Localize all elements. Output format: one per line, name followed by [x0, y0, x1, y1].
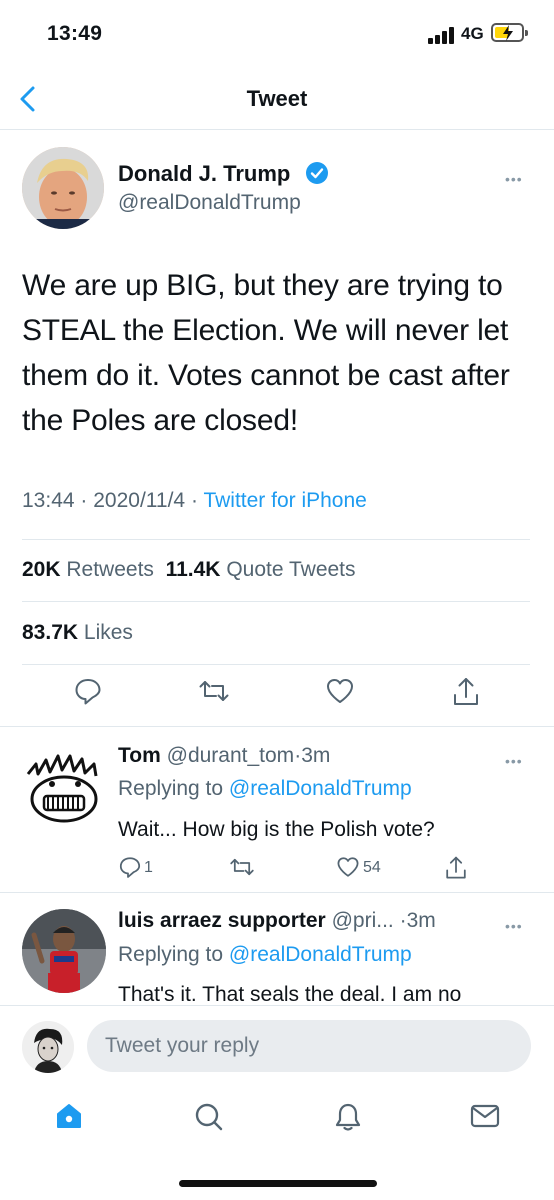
retweets-stat[interactable]: 20K Retweets	[22, 558, 154, 581]
reply-input[interactable]: Tweet your reply	[87, 1020, 531, 1072]
like-icon[interactable]	[336, 855, 360, 879]
home-icon[interactable]	[55, 1102, 83, 1130]
tweet-meta: 13:44 · 2020/11/4 · Twitter for iPhone	[22, 489, 367, 513]
retweet-icon[interactable]	[197, 676, 231, 706]
reply-avatar[interactable]	[22, 909, 106, 993]
reply-author-name[interactable]: Tom	[118, 744, 161, 767]
retweets-count: 20K	[22, 558, 61, 581]
home-indicator	[179, 1180, 377, 1187]
replying-to: Replying to @realDonaldTrump	[118, 777, 412, 801]
reply-header: luis arraez supporter @pri... ·3m	[118, 909, 436, 933]
replying-to-handle[interactable]: @realDonaldTrump	[229, 777, 412, 800]
like-icon[interactable]	[325, 676, 355, 706]
reply-author-handle[interactable]: @pri...	[332, 909, 394, 932]
reply-avatar[interactable]	[22, 744, 106, 828]
replying-to: Replying to @realDonaldTrump	[118, 943, 412, 967]
divider	[22, 601, 530, 602]
reply-compose-bar: Tweet your reply	[0, 1005, 554, 1085]
reply-icon[interactable]	[118, 855, 142, 879]
author-name[interactable]: Donald J. Trump	[118, 161, 290, 187]
reply-actions: 1 54	[0, 855, 554, 885]
reply-icon[interactable]	[73, 676, 103, 706]
reply-author-handle[interactable]: @durant_tom	[167, 744, 295, 767]
retweet-stats: 20K Retweets 11.4K Quote Tweets	[22, 558, 356, 582]
more-options-icon[interactable]: •••	[505, 171, 523, 187]
divider	[22, 539, 530, 540]
retweets-label: Retweets	[66, 558, 154, 581]
author-avatar[interactable]	[22, 147, 104, 229]
reply-time: 3m	[301, 744, 331, 767]
likes-label: Likes	[83, 621, 133, 644]
quotes-count: 11.4K	[165, 558, 221, 581]
divider	[22, 664, 530, 665]
tweet-date: 2020/11/4	[93, 489, 186, 512]
reply-text: Wait... How big is the Polish vote?	[118, 818, 435, 841]
reply-more-icon[interactable]: •••	[505, 753, 523, 769]
signal-icon	[428, 26, 456, 44]
reply-author-name[interactable]: luis arraez supporter	[118, 909, 326, 932]
reply-count: 1	[144, 859, 153, 876]
meta-separator: ·	[190, 489, 198, 512]
reply-item[interactable]: luis arraez supporter @pri... ·3m ••• Re…	[0, 893, 554, 1005]
search-icon[interactable]	[194, 1102, 224, 1132]
user-avatar[interactable]	[22, 1021, 74, 1073]
quotes-label: Quote Tweets	[226, 558, 356, 581]
share-icon[interactable]	[451, 676, 481, 708]
retweet-icon[interactable]	[228, 855, 256, 879]
notifications-icon[interactable]	[334, 1102, 362, 1132]
reply-item[interactable]: Tom @durant_tom·3m ••• Replying to @real…	[0, 727, 554, 892]
network-type: 4G	[461, 24, 484, 43]
tweet-source[interactable]: Twitter for iPhone	[203, 489, 366, 512]
tweet-author: Donald J. Trump @realDonaldTrump •••	[0, 143, 554, 238]
reply-more-icon[interactable]: •••	[505, 918, 523, 934]
likes-count: 83.7K	[22, 621, 79, 644]
reply-text: That's it. That seals the deal. I am no	[118, 983, 462, 1005]
meta-separator: ·	[80, 489, 88, 512]
replying-to-prefix: Replying to	[118, 777, 224, 800]
author-handle[interactable]: @realDonaldTrump	[118, 191, 301, 215]
like-count: 54	[363, 859, 381, 876]
nav-bar: Tweet	[0, 70, 554, 130]
tweet-actions	[0, 676, 554, 720]
likes-stat[interactable]: 83.7K Likes	[22, 621, 133, 645]
messages-icon[interactable]	[470, 1102, 500, 1130]
share-icon[interactable]	[444, 855, 468, 881]
reply-time: 3m	[406, 909, 436, 932]
tweet-text: We are up BIG, but they are trying to ST…	[22, 269, 510, 437]
tweet-time: 13:44	[22, 489, 75, 512]
replying-to-prefix: Replying to	[118, 943, 224, 966]
battery-icon	[491, 23, 528, 42]
status-bar: 13:49 4G	[0, 0, 554, 70]
verified-badge-icon	[306, 162, 328, 184]
reply-header: Tom @durant_tom·3m	[118, 744, 330, 768]
quotes-stat[interactable]: 11.4K Quote Tweets	[166, 558, 356, 581]
reply-input-placeholder: Tweet your reply	[105, 1034, 260, 1057]
status-time: 13:49	[47, 22, 103, 45]
page-title: Tweet	[246, 86, 308, 111]
meta-separator: ·	[399, 909, 407, 932]
replying-to-handle[interactable]: @realDonaldTrump	[229, 943, 412, 966]
